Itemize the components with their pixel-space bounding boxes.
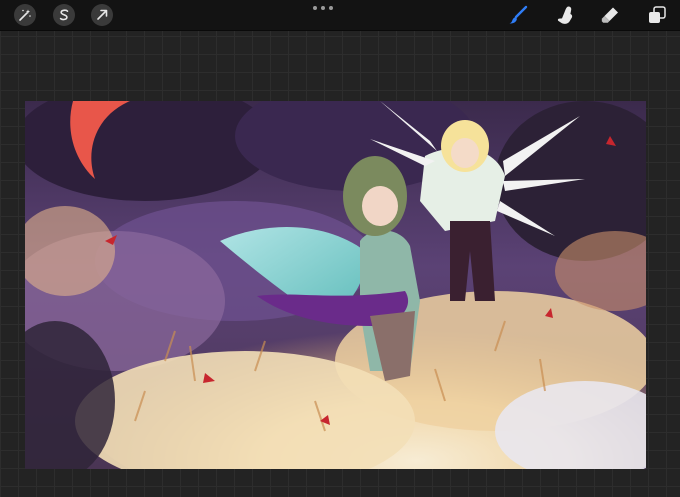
layers-button[interactable] <box>645 3 669 27</box>
selection-button[interactable] <box>53 4 75 26</box>
eraser-icon <box>601 7 618 23</box>
layers-icon <box>649 6 666 23</box>
adjustments-icon <box>19 9 31 21</box>
adjustments-button[interactable] <box>14 4 36 26</box>
brush-button[interactable] <box>506 3 530 27</box>
drawing-canvas[interactable] <box>25 101 646 469</box>
transform-icon <box>97 9 108 20</box>
more-options-icon[interactable] <box>313 4 333 12</box>
eraser-button[interactable] <box>598 3 622 27</box>
smudge-icon <box>557 6 573 24</box>
top-toolbar <box>0 0 680 31</box>
smudge-button[interactable] <box>553 3 577 27</box>
selection-icon <box>59 9 69 21</box>
artwork-image <box>25 101 646 469</box>
brush-icon <box>509 5 528 24</box>
transform-button[interactable] <box>91 4 113 26</box>
